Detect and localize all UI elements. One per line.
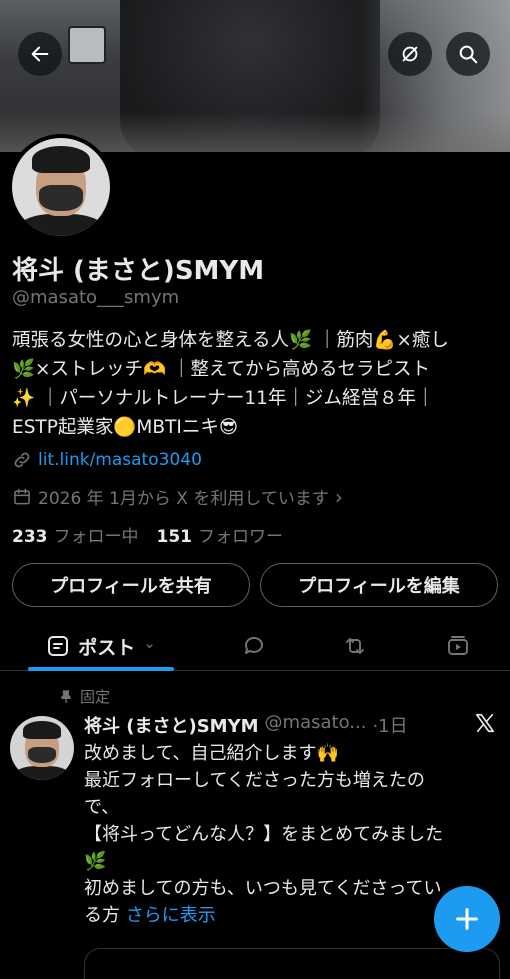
tab-posts-label: ポスト — [78, 636, 136, 659]
back-button[interactable] — [18, 32, 62, 76]
profile-link[interactable]: lit.link/masato3040 — [38, 450, 202, 470]
x-logo-icon[interactable] — [474, 712, 496, 734]
tab-media[interactable] — [436, 622, 480, 670]
search-icon — [459, 45, 478, 64]
post-header: 将斗 (まさと)SMYM @masato... ·1日 — [84, 712, 408, 738]
following-count: 233 — [12, 527, 48, 547]
retweet-icon — [346, 638, 364, 654]
tab-replies[interactable] — [232, 622, 276, 670]
banner-phone — [68, 26, 106, 64]
link-icon — [14, 452, 30, 468]
following-link[interactable]: 233 フォロー中 — [12, 522, 139, 547]
post-author-avatar[interactable] — [10, 716, 74, 780]
profile-link-row[interactable]: lit.link/masato3040 — [12, 450, 202, 470]
profile-name: 将斗 (まさと)SMYM — [12, 256, 265, 286]
post-media-card[interactable] — [84, 948, 500, 979]
active-tab-indicator — [28, 667, 174, 671]
search-button[interactable] — [446, 32, 490, 76]
chevron-down-icon: ⌄ — [143, 634, 156, 652]
refresh-off-button[interactable] — [388, 32, 432, 76]
calendar-icon — [14, 488, 30, 504]
bio-line: 頑張る女性の心と身体を整える人🌿 ｜筋肉💪×癒し — [12, 330, 449, 351]
edit-profile-button[interactable]: プロフィールを編集 — [260, 563, 498, 607]
reply-icon — [245, 637, 263, 654]
post-line: 🌿 — [84, 851, 107, 872]
pin-icon — [61, 689, 71, 703]
post-author-handle[interactable]: @masato... — [265, 712, 367, 738]
profile-bio: 頑張る女性の心と身体を整える人🌿 ｜筋肉💪×癒し 🌿×ストレッチ🫶 ｜整えてから… — [12, 326, 502, 442]
follow-stats: 233 フォロー中 151 フォロワー — [12, 522, 283, 547]
profile-tabs: ポスト ⌄ — [0, 622, 510, 671]
show-more-link[interactable]: さらに表示 — [126, 905, 216, 926]
tab-reposts[interactable] — [333, 622, 377, 670]
post-line: で、 — [84, 797, 120, 818]
chevron-right-icon: › — [334, 484, 343, 509]
back-arrow-icon — [31, 46, 49, 62]
post-body[interactable]: 改めまして、自己紹介します🙌 最近フォローしてくださった方も増えたの で、 【将… — [84, 740, 498, 929]
refresh-off-icon — [402, 46, 418, 62]
joined-date: 2026 年 1月から X を利用しています — [38, 489, 329, 509]
compose-button[interactable] — [434, 886, 500, 952]
profile-banner[interactable] — [0, 0, 510, 152]
post-line: 最近フォローしてくださった方も増えたの — [84, 770, 425, 791]
profile-avatar[interactable] — [8, 134, 114, 240]
bio-line: ESTP起業家🟡MBTIニキ😎 — [12, 417, 239, 438]
joined-row[interactable]: 2026 年 1月から X を利用しています › — [12, 484, 343, 509]
post-author-name[interactable]: 将斗 (まさと)SMYM — [84, 712, 259, 738]
bio-line: ✨ ｜パーソナルトレーナー11年｜ジム経営８年｜ — [12, 388, 435, 409]
post-line: 【将斗ってどんな人？】をまとめてみました — [84, 824, 444, 845]
followers-count: 151 — [156, 527, 193, 547]
followers-link[interactable]: 151 フォロワー — [157, 522, 284, 547]
post-line: 初めましての方も、いつも見てくださってい — [84, 878, 442, 899]
followers-label: フォロワー — [198, 527, 283, 547]
profile-handle: @masato___smym — [12, 287, 180, 308]
media-icon — [448, 636, 468, 655]
following-label: フォロー中 — [53, 527, 139, 547]
pinned-label: 固定 — [80, 688, 111, 706]
post-time[interactable]: ·1日 — [372, 712, 407, 738]
share-profile-button[interactable]: プロフィールを共有 — [12, 563, 250, 607]
tab-posts[interactable]: ポスト ⌄ — [28, 622, 174, 671]
plus-icon — [456, 908, 478, 930]
post-line: 改めまして、自己紹介します🙌 — [84, 743, 339, 764]
pinned-indicator: 固定 — [58, 686, 110, 707]
list-icon — [48, 636, 69, 656]
bio-line: 🌿×ストレッチ🫶 ｜整えてから高めるセラピスト — [12, 359, 431, 380]
